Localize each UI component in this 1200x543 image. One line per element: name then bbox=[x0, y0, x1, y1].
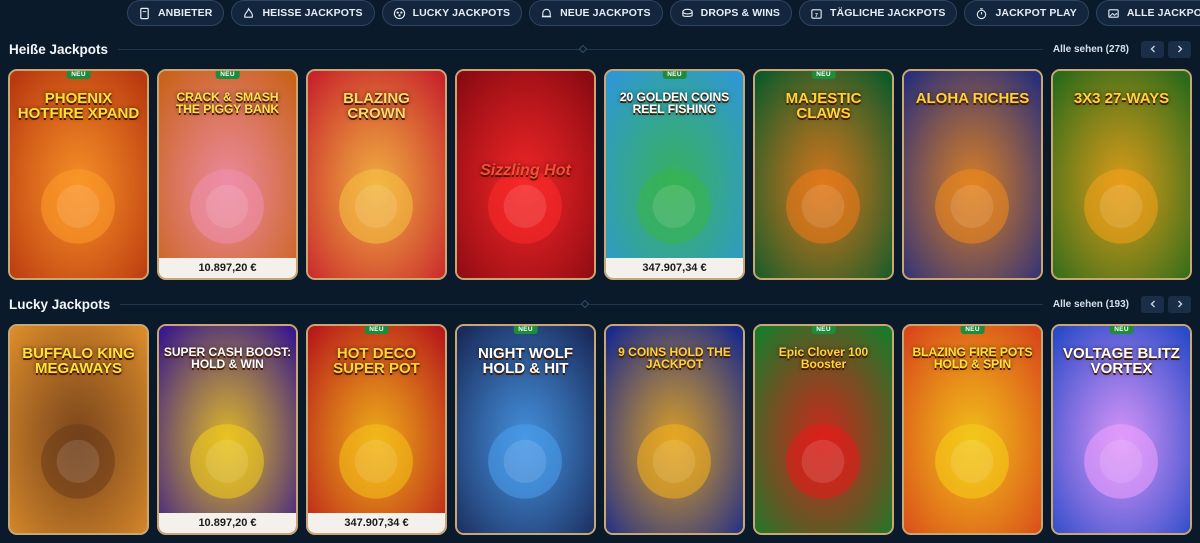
new-badge: NEU bbox=[364, 326, 389, 334]
gallery-icon bbox=[1107, 7, 1120, 20]
new-badge: NEU bbox=[811, 71, 836, 79]
game-title: BUFFALO KING MEGAWAYS bbox=[22, 345, 135, 377]
game-card[interactable]: NEU Epic Clover 100 Booster bbox=[753, 324, 894, 535]
new-badge: NEU bbox=[66, 71, 91, 79]
game-title: NIGHT WOLF HOLD & HIT bbox=[478, 345, 573, 377]
nav-label: DROPS & WINS bbox=[700, 7, 781, 19]
nav-label: ALLE JACKPOTS bbox=[1126, 7, 1200, 19]
section-title: Heiße Jackpots bbox=[9, 41, 109, 57]
game-title: HOT DECO SUPER POT bbox=[333, 345, 420, 377]
game-card[interactable]: BUFFALO KING MEGAWAYS bbox=[8, 324, 149, 535]
flame-icon bbox=[242, 7, 255, 20]
nav-label: LUCKY JACKPOTS bbox=[412, 7, 511, 19]
nav-lucky-jackpots[interactable]: LUCKY JACKPOTS bbox=[381, 0, 523, 26]
nav-label: TÄGLICHE JACKPOTS bbox=[830, 7, 946, 19]
chevron-left-icon bbox=[1150, 300, 1155, 308]
see-all-link[interactable]: Alle sehen (278) bbox=[1053, 44, 1129, 55]
game-title: Epic Clover 100 Booster bbox=[778, 345, 869, 371]
section-divider bbox=[118, 44, 1043, 53]
nav-anbieter[interactable]: ANBIETER bbox=[127, 0, 225, 26]
game-title: 9 COINS HOLD THE JACKPOT bbox=[618, 345, 731, 371]
new-badge: NEU bbox=[811, 326, 836, 334]
game-card[interactable]: NEU NIGHT WOLF HOLD & HIT bbox=[455, 324, 596, 535]
nav-label: NEUE JACKPOTS bbox=[560, 7, 651, 19]
section-title: Lucky Jackpots bbox=[9, 296, 111, 312]
game-title: SUPER CASH BOOST: HOLD & WIN bbox=[163, 345, 292, 371]
game-card[interactable]: NEU 20 GOLDEN COINS REEL FISHING 347.907,3… bbox=[604, 69, 745, 280]
game-title: BLAZING CROWN bbox=[343, 90, 410, 122]
category-nav: ANBIETER HEISSE JACKPOTS LUCKY JACKPOTS … bbox=[127, 0, 1200, 26]
calendar-icon: 7 bbox=[810, 7, 823, 20]
nav-neue-jackpots[interactable]: NEUE JACKPOTS bbox=[529, 0, 663, 26]
nav-jackpot-play[interactable]: JACKPOT PLAY bbox=[964, 0, 1089, 26]
game-title: MAJESTIC CLAWS bbox=[785, 90, 862, 122]
game-card[interactable]: BLAZING CROWN bbox=[306, 69, 447, 280]
new-badge: NEU bbox=[662, 71, 687, 79]
carousel-controls bbox=[1141, 40, 1191, 58]
jackpot-amount: 10.897,20 € bbox=[159, 258, 296, 278]
game-title: Sizzling Hot bbox=[480, 162, 571, 179]
new-badge: NEU bbox=[960, 326, 985, 334]
game-card[interactable]: NEU BLAZING FIRE POTS HOLD & SPIN bbox=[902, 324, 1043, 535]
game-card[interactable]: SUPER CASH BOOST: HOLD & WIN 10.897,20 € bbox=[157, 324, 298, 535]
game-title: VOLTAGE BLITZ VORTEX bbox=[1063, 345, 1180, 377]
game-title: CRACK & SMASH THE PIGGY BANK bbox=[175, 90, 280, 116]
game-row-lucky: BUFFALO KING MEGAWAYS SUPER CASH BOOST: H… bbox=[8, 324, 1192, 535]
bell-icon bbox=[540, 7, 553, 20]
game-card[interactable]: NEU VOLTAGE BLITZ VORTEX bbox=[1051, 324, 1192, 535]
game-title: ALOHA RICHES bbox=[915, 90, 1030, 107]
next-button[interactable] bbox=[1168, 40, 1191, 58]
game-card[interactable]: 3x3 27-WAYS bbox=[1051, 69, 1192, 280]
prev-button[interactable] bbox=[1141, 295, 1164, 313]
see-all-link[interactable]: Alle sehen (193) bbox=[1053, 299, 1129, 310]
nav-label: JACKPOT PLAY bbox=[995, 7, 1077, 19]
game-card[interactable]: Sizzling Hot bbox=[455, 69, 596, 280]
nav-heisse-jackpots[interactable]: HEISSE JACKPOTS bbox=[231, 0, 375, 26]
game-card[interactable]: NEU PHOENIX HOTFIRE XPAND bbox=[8, 69, 149, 280]
chevron-right-icon bbox=[1177, 300, 1182, 308]
next-button[interactable] bbox=[1168, 295, 1191, 313]
game-title: BLAZING FIRE POTS HOLD & SPIN bbox=[912, 345, 1033, 371]
svg-text:7: 7 bbox=[815, 12, 818, 18]
nav-label: ANBIETER bbox=[158, 7, 213, 19]
game-title: PHOENIX HOTFIRE XPAND bbox=[17, 90, 140, 122]
game-card[interactable]: NEU HOT DECO SUPER POT 347.907,34 € bbox=[306, 324, 447, 535]
game-row-hot: NEU PHOENIX HOTFIRE XPAND NEU CRACK & SMASH… bbox=[8, 69, 1192, 280]
section-header-hot: Heiße Jackpots Alle sehen (278) bbox=[9, 40, 1191, 58]
game-title: 3x3 27-WAYS bbox=[1073, 90, 1170, 107]
clover-icon bbox=[393, 7, 406, 20]
game-card[interactable]: 9 COINS HOLD THE JACKPOT bbox=[604, 324, 745, 535]
section-divider bbox=[120, 299, 1043, 308]
section-header-lucky: Lucky Jackpots Alle sehen (193) bbox=[9, 295, 1191, 313]
new-badge: NEU bbox=[513, 326, 538, 334]
coins-icon bbox=[681, 7, 694, 20]
timer-icon bbox=[975, 7, 988, 20]
nav-alle-jackpots[interactable]: ALLE JACKPOTS bbox=[1095, 0, 1200, 26]
nav-drops-wins[interactable]: DROPS & WINS bbox=[669, 0, 793, 26]
chevron-left-icon bbox=[1150, 45, 1155, 53]
game-card[interactable]: NEU CRACK & SMASH THE PIGGY BANK 10.897,20… bbox=[157, 69, 298, 280]
chevron-right-icon bbox=[1177, 45, 1182, 53]
jackpot-amount: 10.897,20 € bbox=[159, 513, 296, 533]
nav-label: HEISSE JACKPOTS bbox=[262, 7, 363, 19]
game-title: 20 GOLDEN COINS REEL FISHING bbox=[619, 90, 730, 116]
jackpot-amount: 347.907,34 € bbox=[308, 513, 445, 533]
jackpot-amount: 347.907,34 € bbox=[606, 258, 743, 278]
prev-button[interactable] bbox=[1141, 40, 1164, 58]
game-card[interactable]: ALOHA RICHES bbox=[902, 69, 1043, 280]
new-badge: NEU bbox=[1109, 326, 1134, 334]
book-icon bbox=[138, 7, 151, 20]
game-card[interactable]: NEU MAJESTIC CLAWS bbox=[753, 69, 894, 280]
nav-taegliche-jackpots[interactable]: 7 TÄGLICHE JACKPOTS bbox=[799, 0, 958, 26]
new-badge: NEU bbox=[215, 71, 240, 79]
carousel-controls bbox=[1141, 295, 1191, 313]
